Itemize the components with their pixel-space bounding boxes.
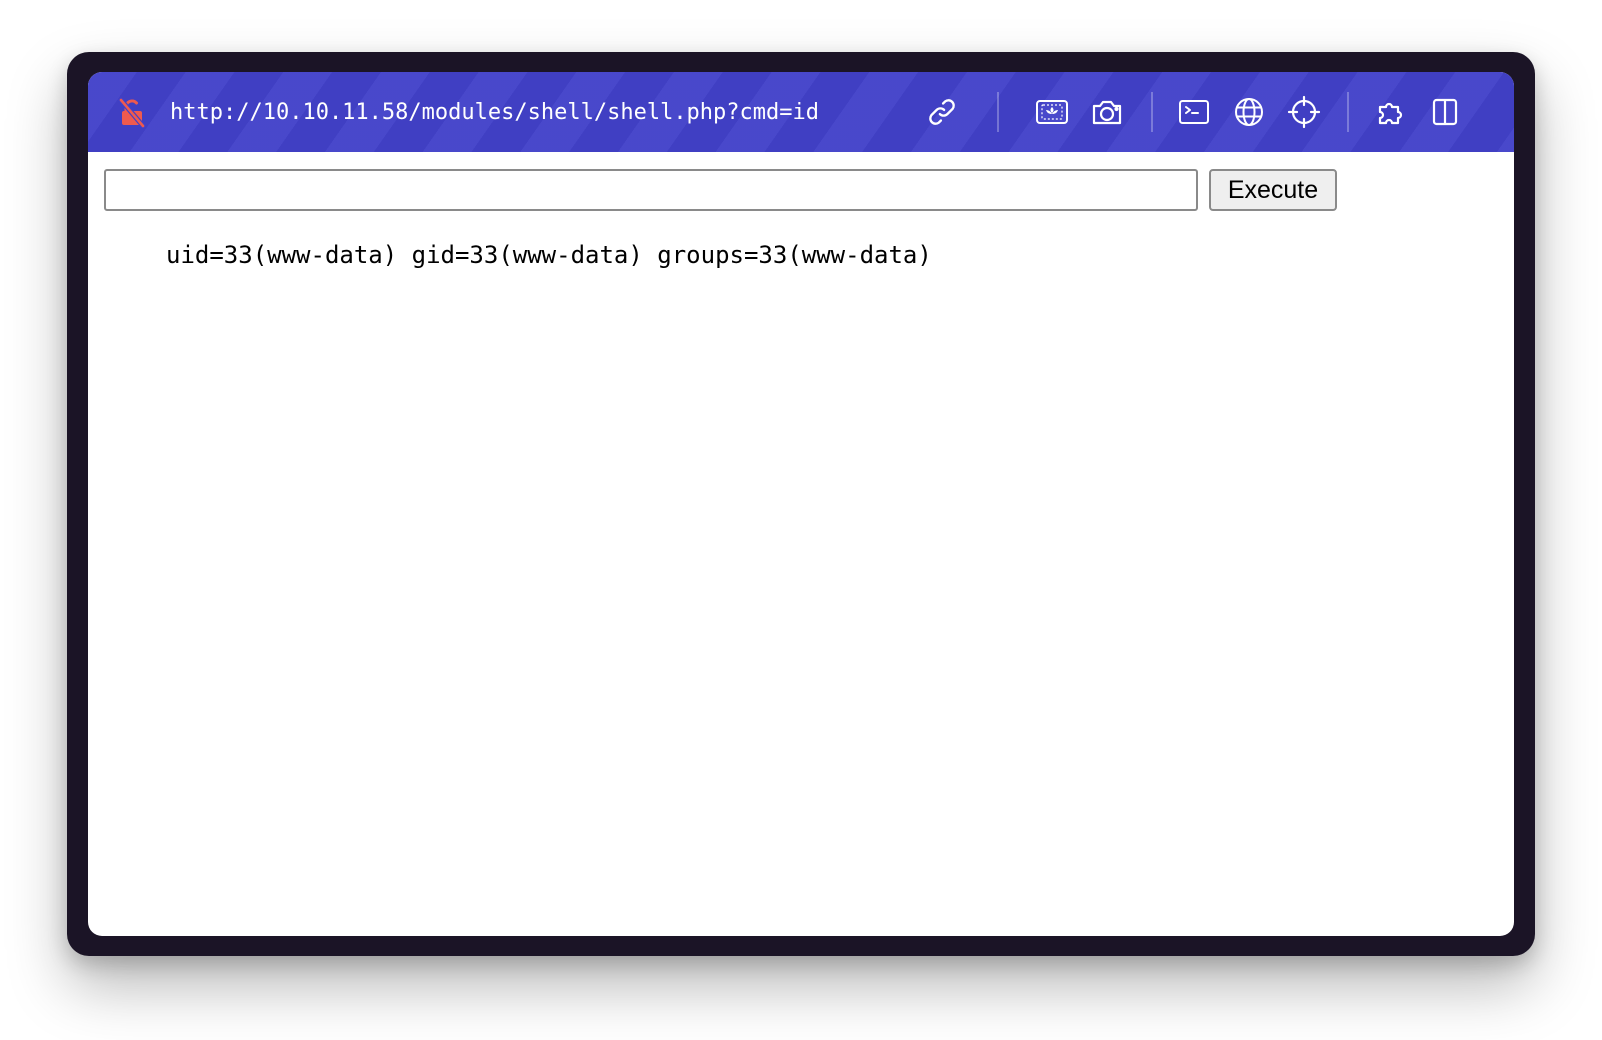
command-output: uid=33(www-data) gid=33(www-data) groups… bbox=[166, 241, 932, 269]
link-icon[interactable] bbox=[922, 92, 962, 132]
browser-window: http://10.10.11.58/modules/shell/shell.p… bbox=[88, 72, 1514, 936]
crosshair-icon[interactable] bbox=[1284, 92, 1324, 132]
toolbar-divider bbox=[1151, 92, 1153, 132]
toolbar-divider bbox=[1347, 92, 1349, 132]
globe-icon[interactable] bbox=[1229, 92, 1269, 132]
terminal-icon[interactable] bbox=[1174, 92, 1214, 132]
execute-button[interactable]: Execute bbox=[1209, 169, 1337, 211]
toolbar-divider bbox=[997, 92, 999, 132]
device-frame: http://10.10.11.58/modules/shell/shell.p… bbox=[67, 52, 1535, 956]
address-bar-url[interactable]: http://10.10.11.58/modules/shell/shell.p… bbox=[170, 98, 819, 128]
puzzle-icon[interactable] bbox=[1371, 92, 1411, 132]
lock-slash-icon[interactable] bbox=[116, 96, 148, 129]
browser-toolbar: http://10.10.11.58/modules/shell/shell.p… bbox=[88, 72, 1514, 152]
image-icon[interactable] bbox=[1032, 92, 1072, 132]
camera-icon[interactable] bbox=[1087, 92, 1127, 132]
command-input[interactable] bbox=[104, 169, 1198, 211]
sidebar-icon[interactable] bbox=[1425, 92, 1465, 132]
